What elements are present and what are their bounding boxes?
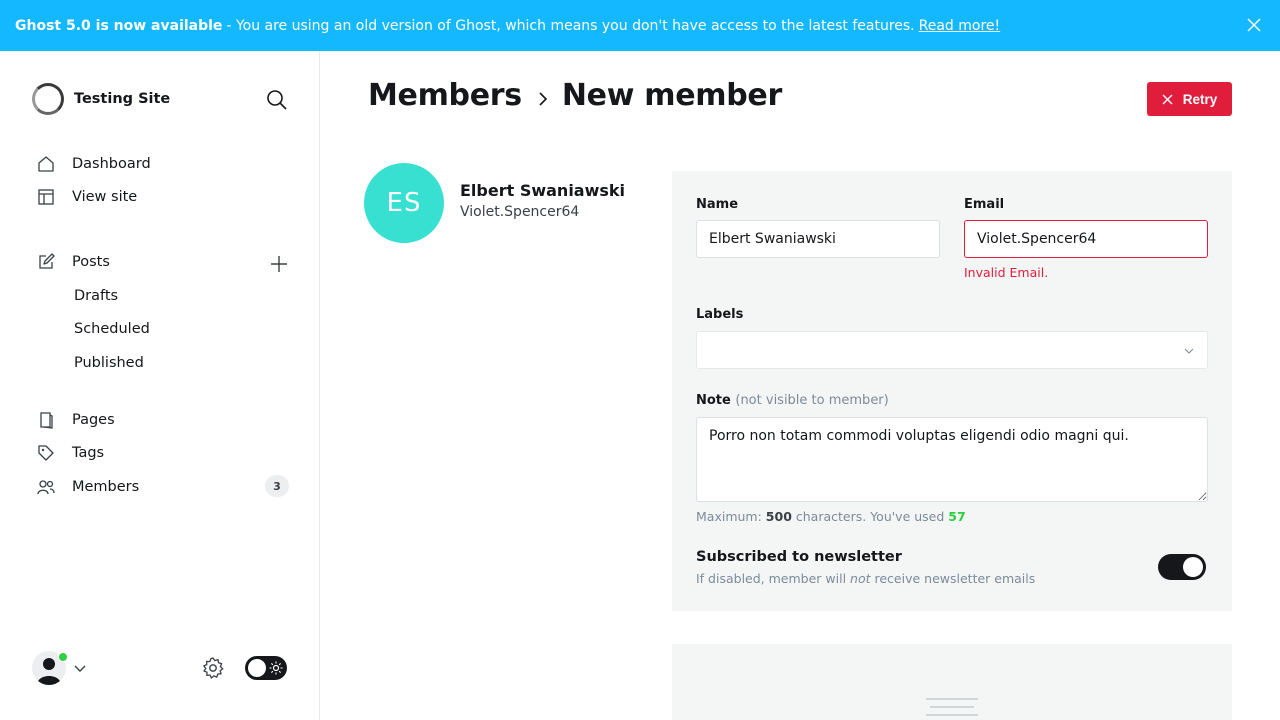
member-email: Violet.Spencer64 <box>460 204 580 220</box>
newsletter-title: Subscribed to newsletter <box>696 549 902 565</box>
chevron-right-icon <box>539 91 547 106</box>
sidebar-subitem-scheduled[interactable]: Scheduled <box>74 321 150 337</box>
banner-message: - You are using an old version of Ghost,… <box>226 17 915 34</box>
sidebar-item-members[interactable]: Members <box>36 475 139 499</box>
sidebar-item-posts[interactable]: Posts <box>36 250 110 274</box>
close-icon <box>1162 94 1173 104</box>
note-textarea[interactable]: Porro non totam commodi voluptas eligend… <box>696 417 1208 502</box>
sidebar-item-label: Tags <box>72 445 105 461</box>
name-label: Name <box>696 197 739 212</box>
retry-button[interactable]: Retry <box>1147 82 1232 116</box>
labels-label: Labels <box>696 307 744 322</box>
sidebar-item-label: Dashboard <box>72 156 151 172</box>
newsletter-desc-a: If disabled, member will <box>696 571 847 586</box>
chevron-down-icon[interactable] <box>74 662 86 674</box>
count-max: 500 <box>765 509 792 524</box>
sidebar-item-label: Members <box>72 479 140 495</box>
count-used: 57 <box>948 509 966 524</box>
retry-label: Retry <box>1182 91 1218 107</box>
activity-card <box>672 644 1232 720</box>
chevron-down-icon <box>1184 348 1194 354</box>
member-form: Name Email Invalid Email. Labels Note (n… <box>672 171 1232 611</box>
banner-read-more-link[interactable]: Read more! <box>919 18 1001 34</box>
email-label: Email <box>964 197 1005 212</box>
dark-mode-toggle[interactable] <box>245 656 287 680</box>
site-logo <box>32 83 64 115</box>
note-hint: (not visible to member) <box>735 393 889 408</box>
site-header[interactable]: Testing Site <box>32 83 170 115</box>
search-icon[interactable] <box>266 89 288 111</box>
tag-icon <box>38 445 54 461</box>
members-count-badge: 3 <box>265 475 289 497</box>
posts-icon <box>39 253 55 269</box>
page-title: New member <box>561 78 782 113</box>
close-icon[interactable] <box>1246 17 1262 33</box>
note-label-text: Note <box>696 393 731 408</box>
sidebar-item-label: Posts <box>72 254 110 270</box>
gear-icon[interactable] <box>201 656 225 680</box>
breadcrumb-members-link[interactable]: Members <box>368 78 522 113</box>
sidebar-item-tags[interactable]: Tags <box>36 441 104 465</box>
add-post-icon[interactable] <box>268 253 290 275</box>
newsletter-toggle[interactable] <box>1158 554 1206 580</box>
toggle-knob <box>1183 557 1203 577</box>
sidebar-item-label: View site <box>72 189 138 205</box>
members-icon <box>37 480 55 495</box>
member-name: Elbert Swaniawski <box>460 181 626 200</box>
character-count: Maximum: 500 characters. You've used 57 <box>696 509 966 524</box>
member-avatar: ES <box>364 163 444 243</box>
home-icon <box>38 156 54 172</box>
toggle-knob <box>248 659 266 677</box>
view-site-icon <box>38 189 54 205</box>
update-banner: Ghost 5.0 is now available - You are usi… <box>0 0 1280 51</box>
site-name: Testing Site <box>74 91 171 107</box>
sidebar-item-dashboard[interactable]: Dashboard <box>36 152 151 176</box>
banner-title: Ghost 5.0 is now available <box>15 17 223 34</box>
sidebar: Testing Site Dashboard View site Posts D… <box>0 51 320 720</box>
email-error: Invalid Email. <box>964 265 1049 280</box>
sidebar-item-label: Pages <box>72 412 115 428</box>
sidebar-subitem-published[interactable]: Published <box>74 355 144 371</box>
newsletter-description: If disabled, member will not receive new… <box>696 571 1035 586</box>
labels-select[interactable] <box>696 331 1208 369</box>
breadcrumb: Members New member <box>368 78 782 113</box>
list-placeholder-icon <box>926 698 978 716</box>
count-prefix: Maximum: <box>696 509 762 524</box>
count-middle: characters. You've used <box>795 509 945 524</box>
pages-icon <box>40 412 53 429</box>
sidebar-item-view-site[interactable]: View site <box>36 185 137 209</box>
newsletter-desc-b: receive newsletter emails <box>874 571 1036 586</box>
sidebar-subitem-drafts[interactable]: Drafts <box>74 288 118 304</box>
sun-icon <box>269 661 283 675</box>
newsletter-desc-em: not <box>850 571 871 586</box>
email-field[interactable] <box>964 220 1208 258</box>
note-label: Note (not visible to member) <box>696 393 889 408</box>
name-field[interactable] <box>696 220 940 258</box>
sidebar-item-pages[interactable]: Pages <box>36 408 115 432</box>
online-status-dot <box>58 652 68 662</box>
